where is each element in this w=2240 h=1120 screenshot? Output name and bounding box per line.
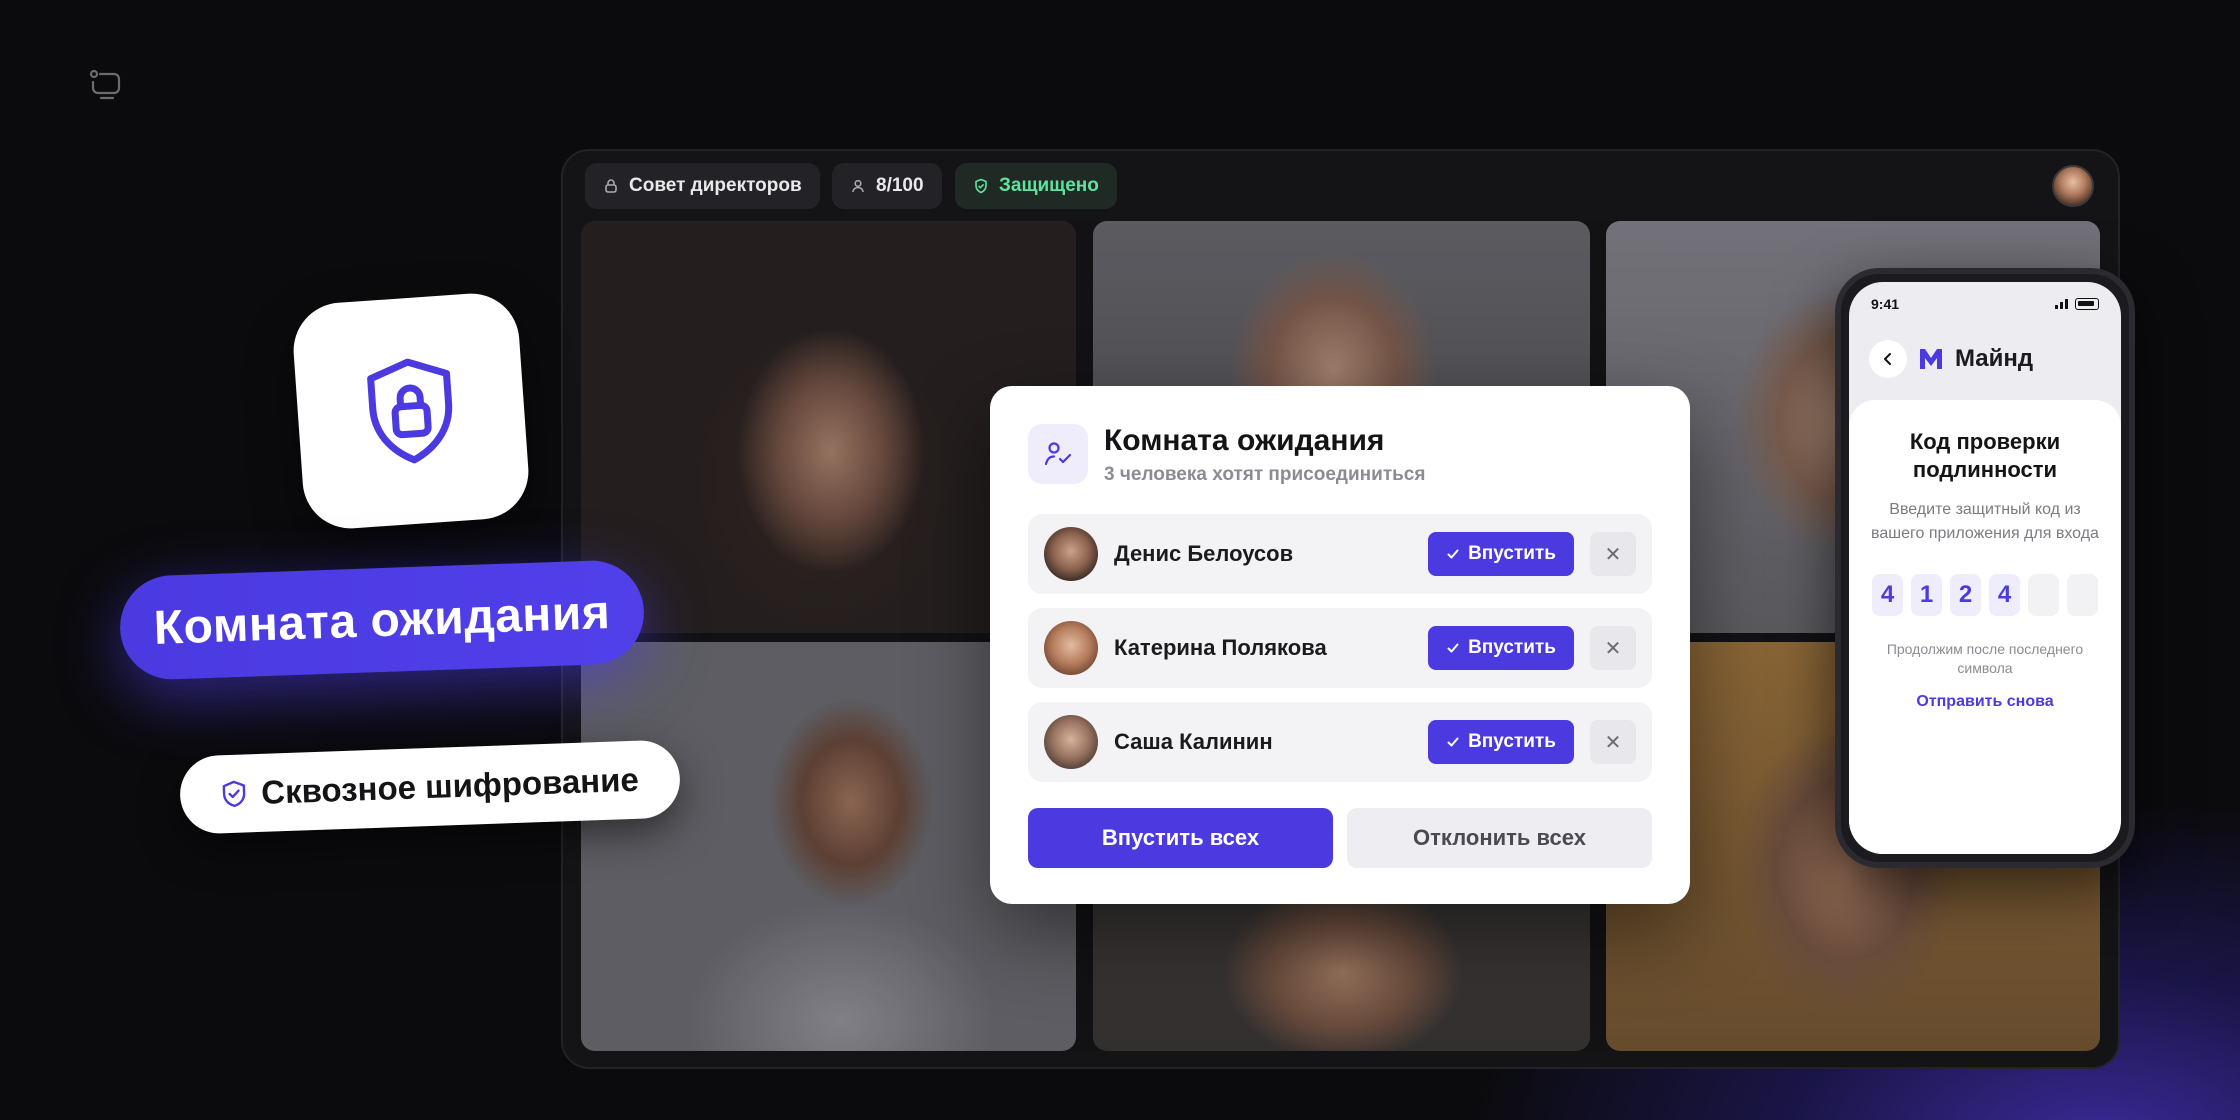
admit-label: Впустить	[1468, 731, 1556, 752]
code-digit[interactable]: 1	[1911, 574, 1942, 617]
admit-all-button[interactable]: Впустить всех	[1028, 808, 1333, 868]
phone-mockup: 9:41 Майнд Код проверки подлинности Введ…	[1835, 268, 2135, 868]
dialog-title: Комната ожидания	[1104, 424, 1385, 457]
verification-hint: Продолжим после последнего символа	[1886, 641, 2084, 676]
reject-button[interactable]: ✕	[1590, 626, 1636, 670]
reject-button[interactable]: ✕	[1590, 532, 1636, 576]
phone-screen: 9:41 Майнд Код проверки подлинности Введ…	[1849, 282, 2121, 854]
person-name: Катерина Полякова	[1114, 635, 1327, 660]
avatar	[1044, 527, 1098, 581]
dialog-header: Комната ожидания 3 человека хотят присое…	[1028, 424, 1652, 486]
close-icon: ✕	[1604, 543, 1622, 566]
code-digit[interactable]: 2	[1950, 574, 1981, 617]
verification-description: Введите защитный код из вашего приложени…	[1871, 501, 2099, 543]
room-name: Совет директоров	[629, 175, 802, 196]
participants-count: 8/100	[876, 175, 924, 196]
waiting-list: Денис Белоусов Впустить ✕ Катерина Поляк…	[1028, 514, 1652, 782]
code-digit[interactable]: 4	[1989, 574, 2020, 617]
participants-chip[interactable]: 8/100	[832, 163, 942, 209]
waiting-room-dialog: Комната ожидания 3 человека хотят присое…	[990, 386, 1690, 904]
code-digit[interactable]: 4	[1872, 574, 1903, 617]
promo-title: Комната ожидания	[118, 558, 646, 682]
lock-icon	[605, 179, 617, 193]
dialog-subtitle: 3 человека хотят присоединиться	[1104, 464, 1426, 485]
check-icon	[1447, 643, 1459, 653]
security-status: Защищено	[999, 175, 1099, 196]
chevron-left-icon	[1884, 353, 1891, 365]
code-input[interactable]: 4 1 2 4	[1867, 574, 2103, 617]
status-icons	[2055, 296, 2099, 312]
close-icon: ✕	[1604, 731, 1622, 754]
avatar	[1044, 715, 1098, 769]
battery-icon	[2075, 298, 2099, 310]
encryption-label: Сквозное шифрование	[260, 760, 640, 811]
avatar	[1044, 621, 1098, 675]
app-name: Майнд	[1955, 345, 2034, 372]
back-button[interactable]	[1869, 340, 1907, 378]
verification-card: Код проверки подлинности Введите защитны…	[1849, 400, 2121, 854]
status-bar: 9:41	[1871, 296, 2099, 312]
admit-button[interactable]: Впустить	[1428, 532, 1574, 576]
shield-check-icon	[222, 780, 246, 808]
admit-label: Впустить	[1468, 543, 1556, 564]
status-time: 9:41	[1871, 296, 1900, 312]
list-item: Денис Белоусов Впустить ✕	[1028, 514, 1652, 594]
person-name: Денис Белоусов	[1114, 541, 1294, 566]
m-logo-icon	[1920, 349, 1942, 369]
user-check-icon	[1044, 442, 1072, 466]
user-icon	[852, 179, 864, 193]
close-icon: ✕	[1604, 637, 1622, 660]
code-digit[interactable]	[2067, 574, 2098, 617]
dialog-actions: Впустить всех Отклонить всех	[1028, 808, 1652, 868]
admit-button[interactable]: Впустить	[1428, 720, 1574, 764]
decline-all-button[interactable]: Отклонить всех	[1347, 808, 1652, 868]
app-header: Майнд	[1869, 340, 2033, 378]
check-icon	[1447, 737, 1459, 747]
shield-card	[290, 290, 532, 532]
admit-button[interactable]: Впустить	[1428, 626, 1574, 670]
shield-lock-icon	[367, 358, 453, 464]
avatar[interactable]	[2052, 165, 2094, 207]
waiting-room-icon-box	[1028, 424, 1088, 484]
person-name: Саша Калинин	[1114, 729, 1273, 754]
code-digit[interactable]	[2028, 574, 2059, 617]
screen-share-icon	[89, 69, 121, 100]
room-name-chip[interactable]: Совет директоров	[585, 163, 820, 209]
resend-link[interactable]: Отправить снова	[1867, 693, 2103, 711]
admit-label: Впустить	[1468, 637, 1556, 658]
verification-title: Код проверки подлинности	[1909, 429, 2061, 483]
list-item: Катерина Полякова Впустить ✕	[1028, 608, 1652, 688]
signal-icon	[2055, 299, 2068, 309]
check-icon	[1447, 549, 1459, 559]
shield-check-icon	[975, 178, 987, 194]
reject-button[interactable]: ✕	[1590, 720, 1636, 764]
security-chip[interactable]: Защищено	[955, 163, 1117, 209]
list-item: Саша Калинин Впустить ✕	[1028, 702, 1652, 782]
